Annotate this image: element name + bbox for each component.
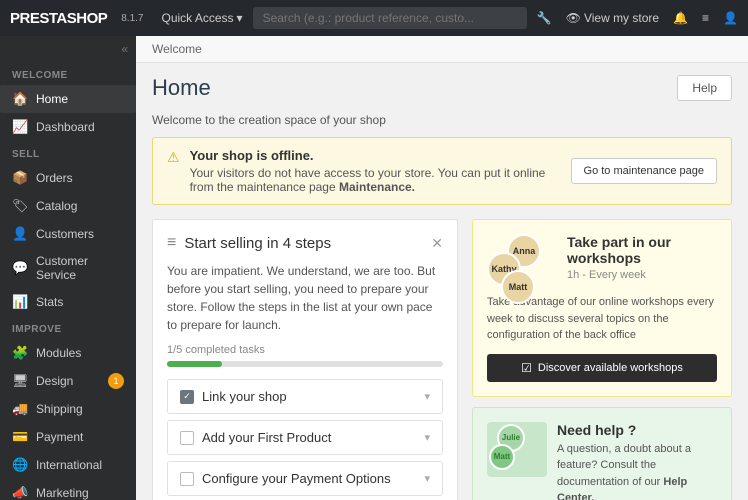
topnav-right-actions: 🔧 👁 View my store 🔔 ≡ 👤 — [537, 11, 738, 25]
task-label-link-shop: Link your shop — [202, 389, 287, 404]
list-icon[interactable]: ≡ — [702, 11, 709, 25]
eye-icon: 👁 — [566, 11, 581, 25]
orders-icon: 📦 — [12, 170, 28, 186]
maintenance-button[interactable]: Go to maintenance page — [571, 158, 717, 184]
welcome-text: Welcome to the creation space of your sh… — [152, 113, 732, 127]
design-icon: 🖥 — [12, 373, 28, 389]
help-illustration: Julie Matt — [487, 422, 547, 477]
user-avatar-icon[interactable]: 👤 — [723, 11, 738, 25]
progress-bar-background — [167, 361, 443, 367]
shipping-icon: 🚚 — [12, 401, 28, 417]
sidebar: « WELCOME 🏠 Home 📈 Dashboard SELL 📦 Orde… — [0, 36, 136, 500]
help-panel-description: A question, a doubt about a feature? Con… — [557, 441, 717, 500]
task-link-shop-header[interactable]: Link your shop ▾ — [168, 380, 442, 413]
help-button[interactable]: Help — [677, 75, 732, 101]
start-selling-card: ≡ Start selling in 4 steps ✕ You are imp… — [152, 219, 458, 500]
breadcrumb: Welcome — [136, 36, 748, 63]
start-card-title: Start selling in 4 steps — [184, 235, 331, 252]
close-button[interactable]: ✕ — [431, 235, 443, 252]
dashboard-icon: 📈 — [12, 119, 28, 135]
steps-icon: ≡ — [167, 234, 176, 252]
sidebar-item-marketing[interactable]: 📣 Marketing — [0, 479, 136, 500]
task-item-first-product: Add your First Product ▾ — [167, 420, 443, 455]
sidebar-item-dashboard[interactable]: 📈 Dashboard — [0, 113, 136, 141]
main-content: Welcome Home Help Welcome to the creatio… — [136, 36, 748, 500]
task-checkbox-payment-options[interactable] — [180, 472, 194, 486]
marketing-icon: 📣 — [12, 485, 28, 500]
payment-icon: 💳 — [12, 429, 28, 445]
app-version: 8.1.7 — [121, 13, 143, 24]
progress-label: 1/5 completed tasks — [167, 344, 443, 356]
avatar-matt: Matt — [501, 270, 535, 304]
sidebar-item-customer-service[interactable]: 💬 Customer Service — [0, 248, 136, 288]
page-title-row: Home Help — [152, 75, 732, 101]
alert-text: Your visitors do not have access to your… — [190, 166, 561, 194]
bell-icon[interactable]: 🔔 — [673, 11, 688, 25]
start-card-description: You are impatient. We understand, we are… — [167, 262, 443, 334]
task-label-payment-options: Configure your Payment Options — [202, 471, 391, 486]
help-avatar-matt: Matt — [489, 444, 515, 470]
wrench-icon[interactable]: 🔧 — [537, 11, 552, 25]
section-label-improve: IMPROVE — [0, 316, 136, 339]
app-logo: PRESTASHOP — [10, 10, 107, 27]
workshops-title: Take part in our workshops — [567, 234, 717, 266]
discover-workshops-button[interactable]: ☑ Discover available workshops — [487, 354, 717, 382]
chevron-down-icon: ▾ — [237, 11, 243, 25]
task-payment-options-header[interactable]: Configure your Payment Options ▾ — [168, 462, 442, 495]
task-checkbox-link-shop[interactable] — [180, 390, 194, 404]
section-label-welcome: WELCOME — [0, 62, 136, 85]
chevron-payment-options: ▾ — [424, 472, 430, 485]
stats-icon: 📊 — [12, 294, 28, 310]
sidebar-item-shipping[interactable]: 🚚 Shipping — [0, 395, 136, 423]
checkbox-icon: ☑ — [521, 361, 532, 375]
sidebar-item-orders[interactable]: 📦 Orders — [0, 164, 136, 192]
chevron-link-shop: ▾ — [424, 390, 430, 403]
sidebar-item-design[interactable]: 🖥 Design 1 — [0, 367, 136, 395]
workshop-avatars: Anna Kathy Matt — [487, 234, 557, 294]
right-panels: Anna Kathy Matt Take part in our worksho… — [472, 219, 732, 500]
workshops-subtitle: 1h - Every week — [567, 269, 717, 281]
customer-service-icon: 💬 — [12, 260, 28, 276]
sidebar-item-home[interactable]: 🏠 Home — [0, 85, 136, 113]
task-item-payment-options: Configure your Payment Options ▾ — [167, 461, 443, 496]
sidebar-item-catalog[interactable]: 🏷 Catalog — [0, 192, 136, 220]
workshops-panel: Anna Kathy Matt Take part in our worksho… — [472, 219, 732, 397]
view-store-link[interactable]: 👁 View my store — [566, 11, 659, 25]
design-badge: 1 — [108, 373, 124, 389]
task-label-first-product: Add your First Product — [202, 430, 331, 445]
sidebar-item-stats[interactable]: 📊 Stats — [0, 288, 136, 316]
task-checkbox-first-product[interactable] — [180, 431, 194, 445]
sidebar-item-international[interactable]: 🌐 International — [0, 451, 136, 479]
chevron-first-product: ▾ — [424, 431, 430, 444]
help-panel: Julie Matt Need help ? A question, a dou… — [472, 407, 732, 500]
search-input[interactable] — [253, 7, 527, 29]
progress-bar-fill — [167, 361, 222, 367]
quick-access-menu[interactable]: Quick Access ▾ — [162, 11, 243, 25]
sidebar-item-customers[interactable]: 👤 Customers — [0, 220, 136, 248]
sidebar-item-modules[interactable]: 🧩 Modules — [0, 339, 136, 367]
warning-icon: ⚠ — [167, 149, 180, 166]
task-first-product-header[interactable]: Add your First Product ▾ — [168, 421, 442, 454]
main-grid: ≡ Start selling in 4 steps ✕ You are imp… — [152, 219, 732, 500]
sidebar-item-payment[interactable]: 💳 Payment — [0, 423, 136, 451]
sidebar-toggle[interactable]: « — [0, 36, 136, 62]
alert-title: Your shop is offline. — [190, 148, 561, 163]
modules-icon: 🧩 — [12, 345, 28, 361]
help-panel-header: Julie Matt Need help ? A question, a dou… — [487, 422, 717, 500]
section-label-sell: SELL — [0, 141, 136, 164]
task-item-link-shop: Link your shop ▾ — [167, 379, 443, 414]
offline-alert: ⚠ Your shop is offline. Your visitors do… — [152, 137, 732, 205]
catalog-icon: 🏷 — [12, 198, 28, 214]
collapse-icon: « — [121, 42, 128, 56]
top-navigation: PRESTASHOP 8.1.7 Quick Access ▾ 🔧 👁 View… — [0, 0, 748, 36]
international-icon: 🌐 — [12, 457, 28, 473]
home-icon: 🏠 — [12, 91, 28, 107]
customers-icon: 👤 — [12, 226, 28, 242]
page-title: Home — [152, 75, 211, 101]
help-panel-title: Need help ? — [557, 422, 717, 438]
